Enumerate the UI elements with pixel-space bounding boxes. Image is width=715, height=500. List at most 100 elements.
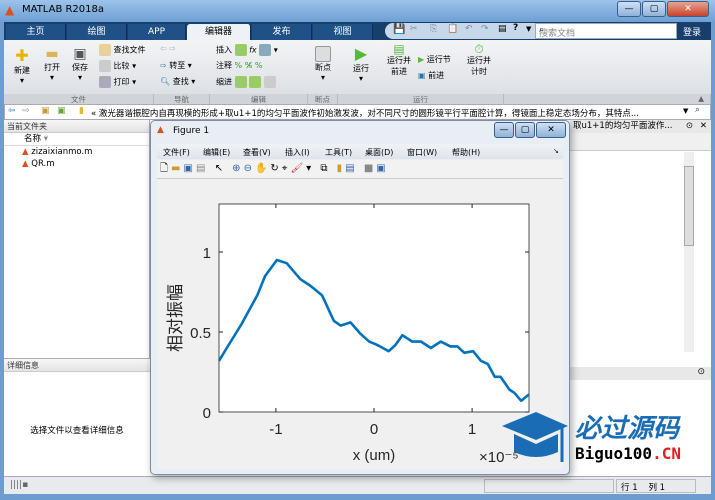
run-section-button[interactable]: ▶ 运行节 (418, 54, 451, 65)
menu-insert[interactable]: 插入(I) (285, 147, 310, 158)
cut-icon[interactable]: ✂ (410, 24, 418, 34)
menu-window[interactable]: 窗口(W) (407, 147, 437, 158)
save-icon[interactable]: 💾 (393, 24, 405, 35)
pan-icon[interactable]: ✋ (255, 163, 270, 174)
address-bar: ⇦ ⇨ ▣ ▣ ▮ « 激光器谐振腔内自再现模的形成+取u1+1的均匀平面波作初… (4, 104, 711, 120)
insert-button[interactable]: 插入 fx ▾ (216, 44, 278, 56)
tab-view[interactable]: 视图 (313, 24, 373, 40)
group-label-file: 文件 (4, 94, 154, 104)
run-advance-icon: ▤ (393, 42, 405, 56)
goto-button[interactable]: ⇨ 转至 ▾ (160, 60, 192, 71)
figure-maximize-button[interactable]: ▢ (515, 122, 535, 138)
command-window-header: ⊙ (570, 367, 711, 380)
search-documentation-input[interactable]: 搜索文档 ⌕ (535, 23, 677, 39)
tab-editor[interactable]: 编辑器 (187, 24, 251, 40)
run-time-button[interactable]: ⏱ 运行并 计时 (464, 43, 494, 77)
editor-scrollbar[interactable] (684, 152, 694, 352)
paste-icon[interactable]: 📋 (447, 24, 458, 34)
options-icon[interactable]: ⊙ (697, 367, 705, 377)
link-plot-icon[interactable]: ⧉ (320, 163, 330, 174)
breakpoints-button[interactable]: 断点 ▾ (310, 46, 336, 82)
login-link[interactable]: 登录 (683, 25, 701, 38)
help-icon[interactable]: ? (513, 23, 518, 33)
open-button[interactable]: ▬ 打开 ▾ (40, 46, 64, 82)
pointer-icon[interactable]: ↖ (215, 163, 226, 174)
m-file-icon: ▲ (22, 147, 29, 157)
run-advance-label: 运行并 前进 (387, 56, 411, 76)
menu-view[interactable]: 查看(V) (243, 147, 271, 158)
menu-help[interactable]: 帮助(H) (452, 147, 480, 158)
run-advance-button[interactable]: ▤ 运行并 前进 (384, 42, 414, 77)
show-plot-tools-icon[interactable]: ▣ (376, 163, 388, 174)
figure-close-button[interactable]: ✕ (536, 122, 566, 138)
zoom-out-icon[interactable]: ⊖ (244, 163, 255, 174)
redo-icon[interactable]: ↷ (481, 24, 489, 34)
run-time-label: 运行并 计时 (467, 56, 491, 76)
save-button[interactable]: ▣ 保存 ▾ (68, 46, 92, 82)
colorbar-icon[interactable]: ▮ (337, 163, 346, 174)
comment-button[interactable]: 注释 % %̸ % (216, 60, 262, 71)
tab-publish[interactable]: 发布 (252, 24, 312, 40)
print-button[interactable]: 打印 ▾ (99, 76, 136, 88)
menu-file[interactable]: 文件(F) (163, 147, 190, 158)
indent-button[interactable]: 缩进 (216, 76, 276, 88)
up-folder-icon[interactable]: ▣ (41, 106, 50, 116)
close-button[interactable]: ✕ (667, 1, 709, 17)
collapse-toolstrip-icon[interactable]: ▲ (504, 94, 711, 104)
compare-button[interactable]: 比较 ▾ (99, 60, 136, 72)
find-button[interactable]: 🔍︎ 查找 ▾ (160, 76, 195, 87)
name-column-header[interactable]: 名称 ▾ (4, 133, 149, 146)
close-icon[interactable]: ✕ (700, 120, 707, 133)
current-folder-path[interactable]: « 激光器谐振腔内自再现模的形成+取u1+1的均匀平面波作初始激发波，对不同尺寸… (91, 107, 681, 119)
watermark: 必过源码 Biguo100.CN (500, 402, 710, 472)
hide-plot-tools-icon[interactable]: ■ (364, 163, 376, 174)
open-icon[interactable]: ▬ (171, 163, 183, 174)
compare-icon (99, 60, 111, 72)
back-icon[interactable]: ⇦ (8, 106, 16, 116)
dock-icon[interactable]: ↘ (553, 147, 559, 155)
open-label: 打开 (44, 63, 60, 72)
menu-desktop[interactable]: 桌面(D) (365, 147, 393, 158)
group-label-edit: 编辑 (210, 94, 308, 104)
new-figure-icon[interactable]: 🗋 (160, 163, 171, 174)
figure-minimize-button[interactable]: — (494, 122, 514, 138)
folder-icon: ▬ (45, 46, 59, 62)
menu-edit[interactable]: 编辑(E) (203, 147, 230, 158)
title-bar: ▲ MATLAB R2018a — ▢ ✕ (0, 0, 715, 22)
fx-icon[interactable]: fx (249, 46, 257, 55)
maximize-button[interactable]: ▢ (642, 1, 666, 17)
find-files-button[interactable]: 查找文件 (99, 44, 146, 56)
new-button[interactable]: ✚ 新建 ▾ (10, 46, 34, 85)
editor-tab[interactable]: 取u1+1的均匀平面波作... ⊙ ✕ (570, 120, 711, 133)
search-icon[interactable]: ⌕ (539, 25, 673, 35)
switch-windows-icon[interactable]: ▤ (498, 24, 507, 34)
col-value: 1 (659, 483, 666, 493)
file-item[interactable]: ▲ zizaixianmo.m (22, 146, 149, 158)
forward-icon[interactable]: ⇨ (22, 106, 30, 116)
file-item[interactable]: ▲ QR.m (22, 158, 149, 170)
undo-icon[interactable]: ↶ (465, 24, 473, 34)
search-folder-icon[interactable]: ⌕ (695, 105, 700, 115)
minimize-button[interactable]: — (617, 1, 641, 17)
legend-icon[interactable]: ▤ (345, 163, 357, 174)
chevron-down-icon[interactable]: ▼ (683, 107, 688, 115)
run-button[interactable]: ▶ 运行 ▾ (348, 44, 374, 83)
menu-tools[interactable]: 工具(T) (325, 147, 352, 158)
zoom-in-icon[interactable]: ⊕ (232, 163, 243, 174)
brush-icon[interactable]: 🖌 (290, 163, 306, 174)
copy-icon[interactable]: ⎘ (430, 24, 437, 34)
scrollbar-thumb[interactable] (684, 166, 694, 246)
tab-plots[interactable]: 绘图 (67, 24, 127, 40)
advance-button[interactable]: ▣ 前进 (418, 70, 444, 81)
insert-label: 插入 (216, 45, 232, 55)
options-icon[interactable]: ⊙ (686, 120, 693, 133)
tab-home[interactable]: 主页 (6, 24, 66, 40)
browse-folder-icon[interactable]: ▣ (57, 106, 66, 116)
back-forward-icons[interactable]: ⇦ ⇨ (160, 44, 176, 53)
m-file-icon: ▲ (22, 159, 29, 169)
save-icon[interactable]: ▣ (184, 163, 196, 174)
chevron-down-icon[interactable]: ▼ (526, 25, 531, 33)
rotate-icon[interactable]: ↻ (270, 163, 281, 174)
print-icon[interactable]: ▤ (196, 163, 208, 174)
tab-apps[interactable]: APP (128, 24, 186, 40)
